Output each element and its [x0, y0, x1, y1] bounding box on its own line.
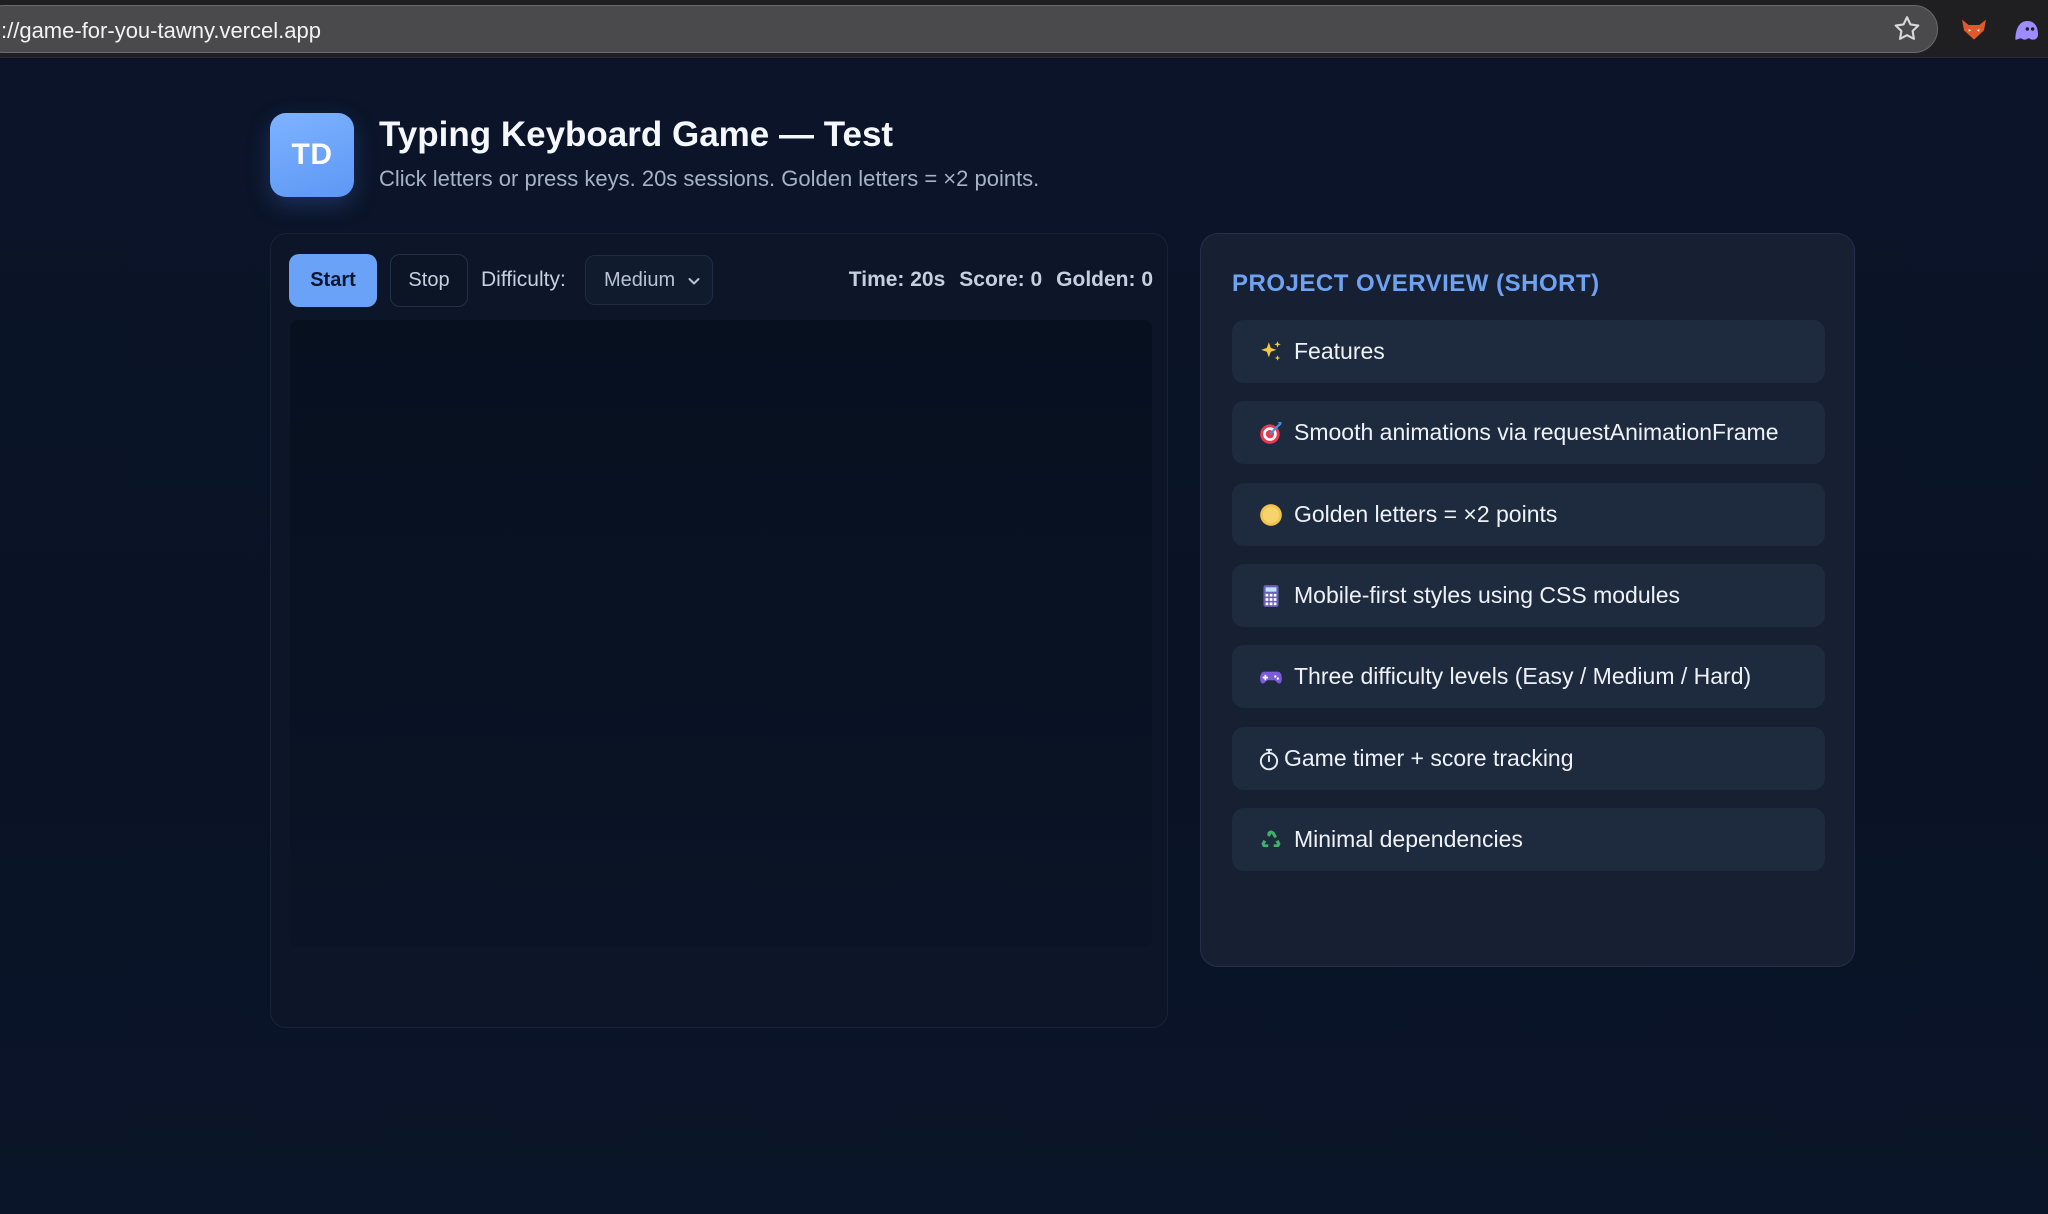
- stopwatch-icon: [1259, 748, 1279, 770]
- score-readout: Score: 0: [959, 268, 1043, 291]
- target-icon: [1260, 421, 1282, 444]
- sparkles-icon: [1261, 340, 1281, 361]
- start-button[interactable]: Start: [289, 254, 377, 307]
- time-readout: Time: 20s: [848, 268, 946, 291]
- ghost-extension-icon[interactable]: [2010, 13, 2042, 45]
- difficulty-value: Medium: [604, 268, 676, 291]
- feature-label: Minimal dependencies: [1294, 826, 1523, 852]
- list-item: Three difficulty levels (Easy / Medium /…: [1232, 645, 1825, 708]
- address-bar[interactable]: ://game-for-you-tawny.vercel.app: [0, 5, 1938, 53]
- list-item: Features: [1232, 320, 1825, 383]
- feature-label: Features: [1294, 338, 1385, 364]
- game-stats: Time: 20s Score: 0 Golden: 0: [835, 268, 1153, 292]
- list-item: Smooth animations via requestAnimationFr…: [1232, 401, 1825, 464]
- list-item: Game timer + score tracking: [1232, 727, 1825, 790]
- golden-readout: Golden: 0: [1056, 268, 1153, 291]
- list-item: Golden letters = ×2 points: [1232, 483, 1825, 546]
- page-subtitle: Click letters or press keys. 20s session…: [379, 166, 1040, 191]
- url-text[interactable]: ://game-for-you-tawny.vercel.app: [1, 18, 321, 44]
- recycle-icon: [1261, 829, 1281, 847]
- difficulty-label: Difficulty:: [481, 268, 566, 291]
- chevron-down-icon: [688, 278, 700, 285]
- page-header: TD Typing Keyboard Game — Test Click let…: [270, 113, 1270, 203]
- stop-button[interactable]: Stop: [390, 254, 468, 307]
- feature-label: Game timer + score tracking: [1284, 745, 1574, 771]
- list-item: Mobile-first styles using CSS modules: [1232, 564, 1825, 627]
- overview-title: PROJECT OVERVIEW (SHORT): [1232, 270, 1600, 297]
- project-overview-card: PROJECT OVERVIEW (SHORT) Features Smooth…: [1200, 233, 1855, 967]
- abacus-icon: [1263, 584, 1279, 607]
- bookmark-star-icon[interactable]: [1891, 13, 1923, 45]
- page-title: Typing Keyboard Game — Test: [379, 115, 894, 154]
- game-toolbar: Start Stop Difficulty: Medium Time: 20s S…: [289, 252, 1153, 308]
- avatar: TD: [270, 113, 354, 197]
- page: TD Typing Keyboard Game — Test Click let…: [0, 59, 2048, 1214]
- feature-label: Three difficulty levels (Easy / Medium /…: [1294, 663, 1752, 689]
- gamepad-icon: [1260, 671, 1282, 683]
- list-item: Minimal dependencies: [1232, 808, 1825, 871]
- feature-label: Smooth animations via requestAnimationFr…: [1294, 419, 1779, 445]
- feature-label: Mobile-first styles using CSS modules: [1294, 582, 1681, 608]
- game-card: Start Stop Difficulty: Medium Time: 20s S…: [270, 233, 1168, 1028]
- browser-toolbar: ://game-for-you-tawny.vercel.app: [0, 0, 2048, 58]
- difficulty-select[interactable]: Medium: [585, 255, 713, 305]
- gold-coin-icon: [1260, 503, 1282, 526]
- feature-label: Golden letters = ×2 points: [1294, 501, 1558, 527]
- game-play-area[interactable]: [290, 320, 1152, 947]
- fox-extension-icon[interactable]: [1958, 13, 1990, 45]
